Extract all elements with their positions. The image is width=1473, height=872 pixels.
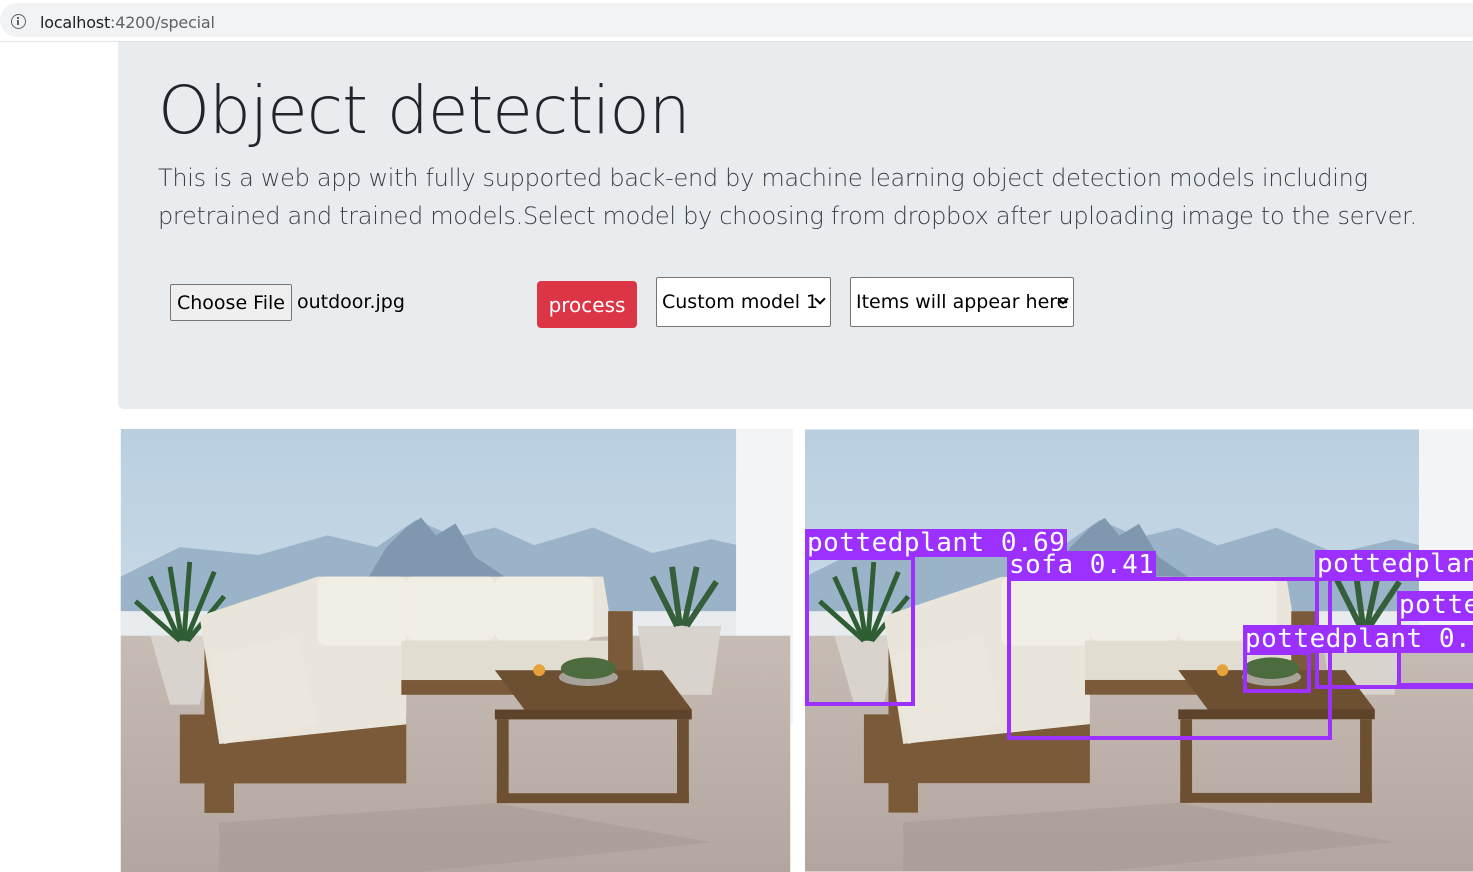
url-field[interactable]: localhost:4200/special bbox=[0, 3, 1473, 37]
detection-box-pottedplant-1 bbox=[805, 556, 915, 706]
detection-label: sofa 0.41 bbox=[1007, 550, 1157, 580]
url-host: localhost bbox=[40, 13, 111, 32]
browser-address-bar: localhost:4200/special bbox=[0, 0, 1473, 42]
items-select-value: Items will appear here bbox=[856, 291, 1069, 313]
process-button[interactable]: process bbox=[537, 281, 637, 328]
selected-file-name: outdoor.jpg bbox=[297, 291, 405, 313]
page-description: This is a web app with fully supported b… bbox=[158, 164, 1417, 230]
detection-label: pottedplant bbox=[1315, 550, 1473, 578]
items-select[interactable]: Items will appear here bbox=[850, 277, 1074, 327]
detection-label: potte bbox=[1397, 591, 1473, 619]
detection-box-pottedplant-4 bbox=[1243, 651, 1311, 693]
url-path: :4200/special bbox=[110, 13, 215, 32]
original-image bbox=[118, 429, 793, 872]
detection-label: pottedplant 0.76 bbox=[1243, 625, 1473, 653]
detection-result-image: pottedplant 0.69 sofa 0.41 pottedplant p… bbox=[805, 429, 1473, 872]
jumbotron: Object detection This is a web app with … bbox=[118, 42, 1473, 409]
original-image-scene bbox=[118, 429, 793, 872]
page-title: Object detection bbox=[158, 72, 691, 149]
model-select[interactable]: Custom model 1 bbox=[656, 277, 831, 327]
choose-file-button[interactable]: Choose File bbox=[170, 284, 292, 321]
model-select-value: Custom model 1 bbox=[662, 291, 819, 313]
url-text[interactable]: localhost:4200/special bbox=[40, 13, 215, 32]
info-icon[interactable] bbox=[11, 14, 26, 29]
